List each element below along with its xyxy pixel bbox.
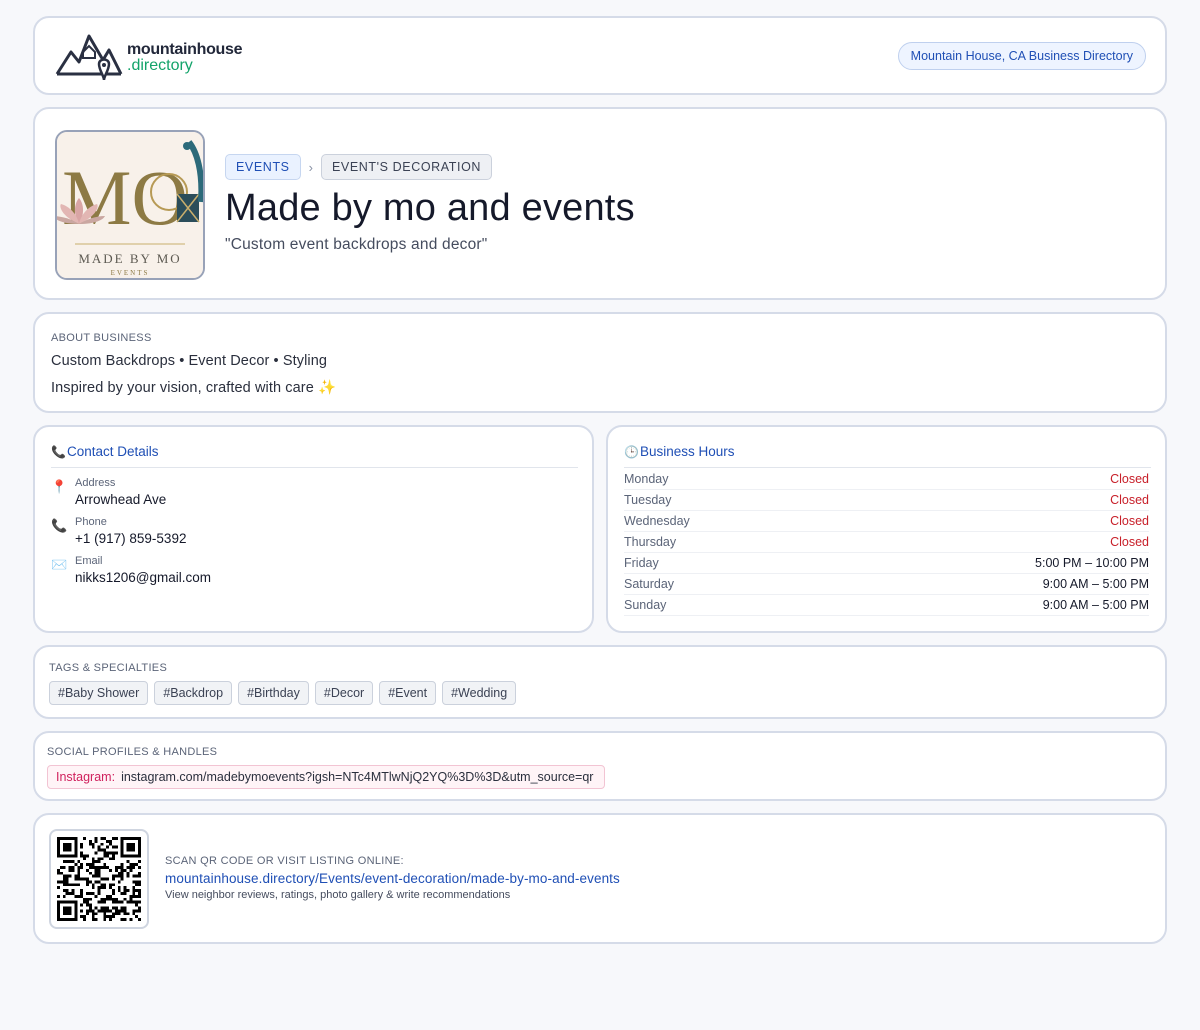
phone-value[interactable]: +1 (917) 859-5392 xyxy=(75,531,186,546)
tag-event[interactable]: #Event xyxy=(379,681,437,705)
hours-time: 9:00 AM – 5:00 PM xyxy=(1042,577,1149,591)
tag-list: #Baby Shower #Backdrop #Birthday #Decor … xyxy=(49,681,517,705)
qr-listing-section: SCAN QR CODE OR VISIT LISTING ONLINE: mo… xyxy=(33,813,1167,944)
hours-row: Friday 5:00 PM – 10:00 PM xyxy=(624,553,1149,574)
logo-wordmark: mountainhouse xyxy=(127,41,243,58)
contact-address: 📍 Address Arrowhead Ave xyxy=(51,477,166,507)
hours-time: Closed xyxy=(1110,514,1149,528)
logo-monogram: MO xyxy=(62,154,188,241)
mountain-pin-logo-icon xyxy=(55,34,123,81)
hours-time: Closed xyxy=(1110,493,1149,507)
envelope-icon: ✉️ xyxy=(51,557,68,572)
business-logo: MO MADE BY MO EVENTS xyxy=(55,130,205,280)
map-pin-icon: 📍 xyxy=(51,479,68,494)
listing-url-link[interactable]: mountainhouse.directory/Events/event-dec… xyxy=(165,871,620,886)
breadcrumb: EVENTS › EVENT'S DECORATION xyxy=(225,154,493,180)
instagram-url: instagram.com/madebymoevents?igsh=NTc4MT… xyxy=(121,770,594,784)
business-tagline: "Custom event backdrops and decor" xyxy=(225,236,488,253)
site-header: mountainhouse .directory Mountain House,… xyxy=(33,16,1167,95)
hours-day: Monday xyxy=(624,472,669,486)
about-section: ABOUT BUSINESS Custom Backdrops • Event … xyxy=(33,312,1167,413)
hours-row: Thursday Closed xyxy=(624,532,1149,553)
tags-label: TAGS & SPECIALTIES xyxy=(49,662,168,674)
hours-heading: 🕒Business Hours xyxy=(624,444,1151,468)
hours-day: Wednesday xyxy=(624,514,690,528)
phone-label: Phone xyxy=(75,516,107,528)
logo-domain: .directory xyxy=(127,57,193,74)
hours-heading-label: Business Hours xyxy=(640,444,735,459)
hours-day: Thursday xyxy=(624,535,677,549)
breadcrumb-events[interactable]: EVENTS xyxy=(225,154,301,180)
instagram-network-label: Instagram: xyxy=(56,770,116,784)
hours-day: Sunday xyxy=(624,598,667,612)
about-services: Custom Backdrops • Event Decor • Styling xyxy=(51,353,328,369)
tag-decor[interactable]: #Decor xyxy=(314,681,374,705)
contact-details-panel: 📞Contact Details 📍 Address Arrowhead Ave… xyxy=(33,425,594,633)
qr-note: View neighbor reviews, ratings, photo ga… xyxy=(165,889,511,901)
contact-heading-label: Contact Details xyxy=(67,444,159,459)
phone-icon: 📞 xyxy=(51,445,66,459)
hours-time: Closed xyxy=(1110,472,1149,486)
logo-text: MADE BY MO xyxy=(78,251,181,266)
hours-row: Monday Closed xyxy=(624,469,1149,490)
qr-code-icon xyxy=(57,837,141,921)
directory-location-pill[interactable]: Mountain House, CA Business Directory xyxy=(897,42,1146,70)
tag-birthday[interactable]: #Birthday xyxy=(238,681,309,705)
social-profiles-section: SOCIAL PROFILES & HANDLES Instagram: inst… xyxy=(33,731,1167,801)
tags-section: TAGS & SPECIALTIES #Baby Shower #Backdro… xyxy=(33,645,1167,719)
instagram-link[interactable]: Instagram: instagram.com/madebymoevents?i… xyxy=(47,765,605,789)
tag-backdrop[interactable]: #Backdrop xyxy=(154,681,233,705)
email-value[interactable]: nikks1206@gmail.com xyxy=(75,570,211,585)
hours-time: 5:00 PM – 10:00 PM xyxy=(1035,556,1149,570)
tag-wedding[interactable]: #Wedding xyxy=(442,681,517,705)
about-description: Inspired by your vision, crafted with ca… xyxy=(51,380,337,396)
hours-day: Tuesday xyxy=(624,493,672,507)
qr-label: SCAN QR CODE OR VISIT LISTING ONLINE: xyxy=(165,855,404,867)
qr-code xyxy=(49,829,149,929)
contact-email: ✉️ Email nikks1206@gmail.com xyxy=(51,555,211,585)
business-hero: MO MADE BY MO EVENTS EVENTS › EVENT'S DE… xyxy=(33,107,1167,300)
hours-row: Saturday 9:00 AM – 5:00 PM xyxy=(624,574,1149,595)
contact-heading: 📞Contact Details xyxy=(51,444,578,468)
clock-icon: 🕒 xyxy=(624,445,639,459)
site-logo[interactable]: mountainhouse .directory xyxy=(55,30,243,86)
hours-row: Tuesday Closed xyxy=(624,490,1149,511)
hours-day: Friday xyxy=(624,556,659,570)
logo-subtext: EVENTS xyxy=(111,269,150,277)
contact-phone: 📞 Phone +1 (917) 859-5392 xyxy=(51,516,186,546)
hours-day: Saturday xyxy=(624,577,675,591)
address-value[interactable]: Arrowhead Ave xyxy=(75,492,166,507)
social-label: SOCIAL PROFILES & HANDLES xyxy=(47,746,218,758)
breadcrumb-separator: › xyxy=(308,159,313,175)
hours-time: Closed xyxy=(1110,535,1149,549)
business-hours-panel: 🕒Business Hours Monday Closed Tuesday Clos… xyxy=(606,425,1167,633)
page-title: Made by mo and events xyxy=(225,187,635,229)
email-label: Email xyxy=(75,555,103,567)
phone-icon: 📞 xyxy=(51,518,68,533)
hours-row: Sunday 9:00 AM – 5:00 PM xyxy=(624,595,1149,616)
tag-baby-shower[interactable]: #Baby Shower xyxy=(49,681,149,705)
about-label: ABOUT BUSINESS xyxy=(51,332,152,344)
hours-time: 9:00 AM – 5:00 PM xyxy=(1042,598,1149,612)
hours-row: Wednesday Closed xyxy=(624,511,1149,532)
breadcrumb-event-decoration[interactable]: EVENT'S DECORATION xyxy=(320,154,493,180)
address-label: Address xyxy=(75,477,116,489)
